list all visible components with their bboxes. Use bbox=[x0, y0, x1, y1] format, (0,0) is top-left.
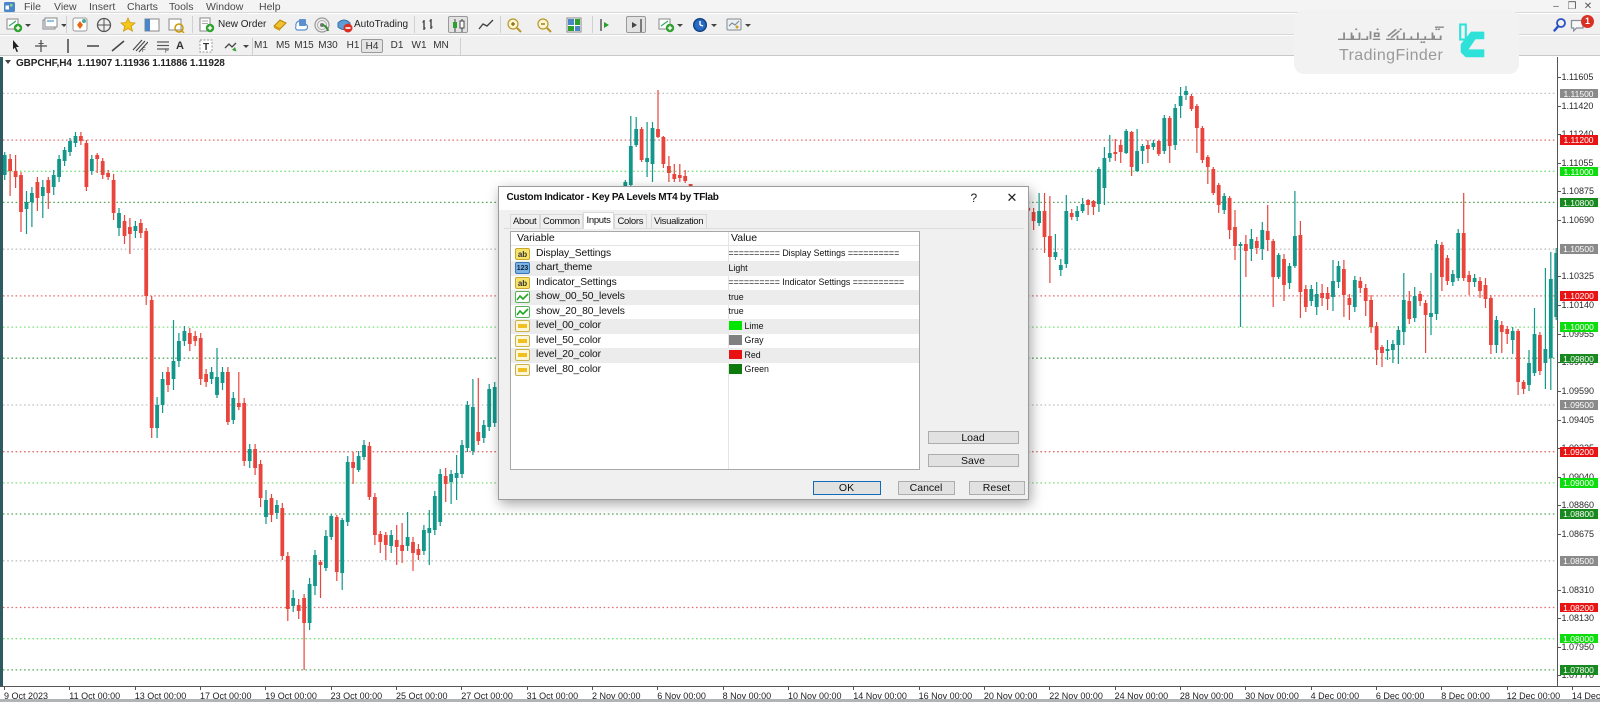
svg-text:F: F bbox=[165, 49, 169, 54]
svg-text:F: F bbox=[142, 48, 146, 54]
svg-text:T: T bbox=[203, 42, 209, 53]
